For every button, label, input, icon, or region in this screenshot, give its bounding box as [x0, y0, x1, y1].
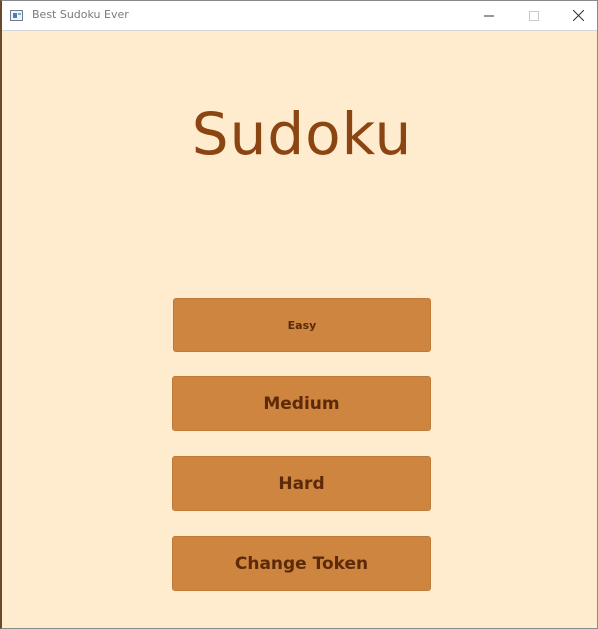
- maximize-button[interactable]: [511, 1, 556, 30]
- hard-button[interactable]: Hard: [172, 456, 431, 511]
- easy-button[interactable]: Easy: [173, 298, 431, 352]
- close-icon: [573, 10, 584, 21]
- app-window: Best Sudoku Ever Sudoku Easy Medium Hard…: [0, 0, 598, 629]
- app-icon: [10, 10, 23, 21]
- medium-button[interactable]: Medium: [172, 376, 431, 431]
- page-title: Sudoku: [191, 100, 413, 168]
- maximize-icon: [528, 10, 539, 21]
- title-bar[interactable]: Best Sudoku Ever: [2, 1, 597, 31]
- window-title: Best Sudoku Ever: [32, 8, 129, 21]
- minimize-icon: [483, 11, 494, 21]
- main-content: Sudoku Easy Medium Hard Change Token: [2, 32, 597, 628]
- minimize-button[interactable]: [466, 1, 511, 30]
- change-token-button[interactable]: Change Token: [172, 536, 431, 591]
- close-button[interactable]: [556, 1, 597, 30]
